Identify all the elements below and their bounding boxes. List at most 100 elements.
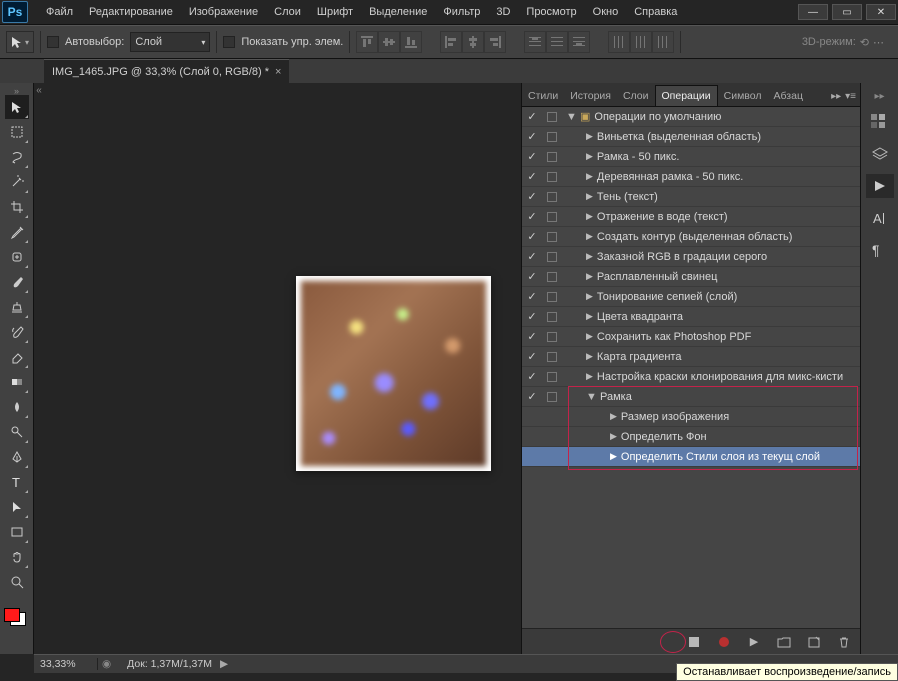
toggle-check-icon[interactable]: ✓ bbox=[522, 110, 542, 123]
autoselect-target-select[interactable]: Слой▾ bbox=[130, 32, 210, 52]
character-panel-icon[interactable]: A bbox=[866, 206, 894, 230]
distribute-right-icon[interactable] bbox=[652, 31, 674, 53]
menu-3d[interactable]: 3D bbox=[488, 2, 518, 22]
toggle-dialog-icon[interactable] bbox=[547, 112, 557, 122]
action-row-open[interactable]: ✓▼Рамка bbox=[522, 387, 860, 407]
expand-panels-icon[interactable]: ▸▸ bbox=[874, 91, 884, 102]
gradient-tool[interactable] bbox=[5, 370, 29, 394]
3d-orbit-icon[interactable]: ⟲ bbox=[860, 36, 869, 49]
path-selection-tool[interactable] bbox=[5, 495, 29, 519]
eraser-tool[interactable] bbox=[5, 345, 29, 369]
align-vcenter-icon[interactable] bbox=[378, 31, 400, 53]
align-left-icon[interactable] bbox=[440, 31, 462, 53]
distribute-bottom-icon[interactable] bbox=[568, 31, 590, 53]
crop-tool[interactable] bbox=[5, 195, 29, 219]
canvas-area[interactable]: « bbox=[34, 83, 521, 654]
action-row[interactable]: ✓▶Настройка краски клонирования для микс… bbox=[522, 367, 860, 387]
action-subrow[interactable]: ▶Размер изображения bbox=[522, 407, 860, 427]
document-image[interactable] bbox=[296, 276, 491, 471]
zoom-tool[interactable] bbox=[5, 570, 29, 594]
action-row[interactable]: ✓▶Карта градиента bbox=[522, 347, 860, 367]
document-tab[interactable]: IMG_1465.JPG @ 33,3% (Слой 0, RGB/8) * × bbox=[44, 59, 289, 83]
actions-panel-icon[interactable] bbox=[866, 174, 894, 198]
distribute-hcenter-icon[interactable] bbox=[630, 31, 652, 53]
align-right-icon[interactable] bbox=[484, 31, 506, 53]
record-button[interactable] bbox=[716, 634, 732, 650]
distribute-vcenter-icon[interactable] bbox=[546, 31, 568, 53]
rectangle-tool[interactable] bbox=[5, 520, 29, 544]
tab-character[interactable]: Символ bbox=[718, 86, 768, 106]
play-action-button[interactable]: ▶ bbox=[746, 634, 762, 650]
menu-select[interactable]: Выделение bbox=[361, 2, 435, 22]
menu-type[interactable]: Шрифт bbox=[309, 2, 361, 22]
history-brush-tool[interactable] bbox=[5, 320, 29, 344]
foreground-color[interactable] bbox=[4, 608, 20, 622]
magic-wand-tool[interactable] bbox=[5, 170, 29, 194]
action-row[interactable]: ✓▶Рамка - 50 пикс. bbox=[522, 147, 860, 167]
color-swatches[interactable] bbox=[4, 608, 28, 626]
tab-history[interactable]: История bbox=[564, 86, 617, 106]
move-tool[interactable] bbox=[5, 95, 29, 119]
toolbar-expand-icon[interactable]: » bbox=[7, 86, 27, 94]
tab-paragraph[interactable]: Абзац bbox=[768, 86, 809, 106]
new-action-button[interactable] bbox=[806, 634, 822, 650]
align-top-icon[interactable] bbox=[356, 31, 378, 53]
doc-info-more-icon[interactable]: ▶ bbox=[220, 658, 228, 670]
panel-collapse-icon[interactable]: « bbox=[34, 83, 44, 654]
action-row[interactable]: ✓▶Тонирование сепией (слой) bbox=[522, 287, 860, 307]
action-row[interactable]: ✓▶Отражение в воде (текст) bbox=[522, 207, 860, 227]
action-row[interactable]: ✓▶Цвета квадранта bbox=[522, 307, 860, 327]
menu-help[interactable]: Справка bbox=[626, 2, 685, 22]
menu-image[interactable]: Изображение bbox=[181, 2, 266, 22]
move-tool-preset[interactable]: ▾ bbox=[6, 31, 34, 53]
action-subrow[interactable]: ▶Определить Фон bbox=[522, 427, 860, 447]
tab-layers[interactable]: Слои bbox=[617, 86, 655, 106]
tab-actions[interactable]: Операции bbox=[655, 85, 718, 106]
panel-scroll-icon[interactable]: ▸▸ bbox=[831, 91, 841, 102]
action-row[interactable]: ✓▶Сохранить как Photoshop PDF bbox=[522, 327, 860, 347]
autoselect-checkbox[interactable] bbox=[47, 36, 59, 48]
action-row[interactable]: ✓▶Виньетка (выделенная область) bbox=[522, 127, 860, 147]
distribute-top-icon[interactable] bbox=[524, 31, 546, 53]
action-set-row[interactable]: ✓ ▼ ▣ Операции по умолчанию bbox=[522, 107, 860, 127]
distribute-left-icon[interactable] bbox=[608, 31, 630, 53]
hand-tool[interactable] bbox=[5, 545, 29, 569]
show-controls-checkbox[interactable] bbox=[223, 36, 235, 48]
action-subrow-selected[interactable]: ▶Определить Стили слоя из текущ слой bbox=[522, 447, 860, 467]
dodge-tool[interactable] bbox=[5, 420, 29, 444]
align-hcenter-icon[interactable] bbox=[462, 31, 484, 53]
menu-filter[interactable]: Фильтр bbox=[435, 2, 488, 22]
close-tab-icon[interactable]: × bbox=[275, 66, 281, 78]
eyedropper-tool[interactable] bbox=[5, 220, 29, 244]
window-minimize-button[interactable]: — bbox=[798, 4, 828, 20]
action-row[interactable]: ✓▶Создать контур (выделенная область) bbox=[522, 227, 860, 247]
stop-recording-button[interactable] bbox=[686, 634, 702, 650]
healing-brush-tool[interactable] bbox=[5, 245, 29, 269]
menu-view[interactable]: Просмотр bbox=[518, 2, 584, 22]
paragraph-panel-icon[interactable]: ¶ bbox=[866, 238, 894, 262]
new-set-button[interactable] bbox=[776, 634, 792, 650]
menu-layers[interactable]: Слои bbox=[266, 2, 309, 22]
action-row[interactable]: ✓▶Расплавленный свинец bbox=[522, 267, 860, 287]
pen-tool[interactable] bbox=[5, 445, 29, 469]
menu-edit[interactable]: Редактирование bbox=[81, 2, 181, 22]
tab-styles[interactable]: Стили bbox=[522, 86, 564, 106]
menu-file[interactable]: Файл bbox=[38, 2, 81, 22]
action-row[interactable]: ✓▶Заказной RGB в градации серого bbox=[522, 247, 860, 267]
window-maximize-button[interactable]: ▭ bbox=[832, 4, 862, 20]
align-bottom-icon[interactable] bbox=[400, 31, 422, 53]
delete-button[interactable] bbox=[836, 634, 852, 650]
action-row[interactable]: ✓▶Деревянная рамка - 50 пикс. bbox=[522, 167, 860, 187]
marquee-tool[interactable] bbox=[5, 120, 29, 144]
clone-stamp-tool[interactable] bbox=[5, 295, 29, 319]
window-close-button[interactable]: ✕ bbox=[866, 4, 896, 20]
brush-tool[interactable] bbox=[5, 270, 29, 294]
type-tool[interactable]: T bbox=[5, 470, 29, 494]
swatches-panel-icon[interactable] bbox=[866, 110, 894, 134]
status-info-icon[interactable]: ◉ bbox=[98, 658, 115, 670]
panel-menu-icon[interactable]: ▾≡ bbox=[845, 91, 856, 102]
layers-panel-icon[interactable] bbox=[866, 142, 894, 166]
lasso-tool[interactable] bbox=[5, 145, 29, 169]
3d-more-icon[interactable]: ⋯ bbox=[873, 36, 884, 49]
zoom-value[interactable]: 33,33% bbox=[34, 658, 98, 670]
